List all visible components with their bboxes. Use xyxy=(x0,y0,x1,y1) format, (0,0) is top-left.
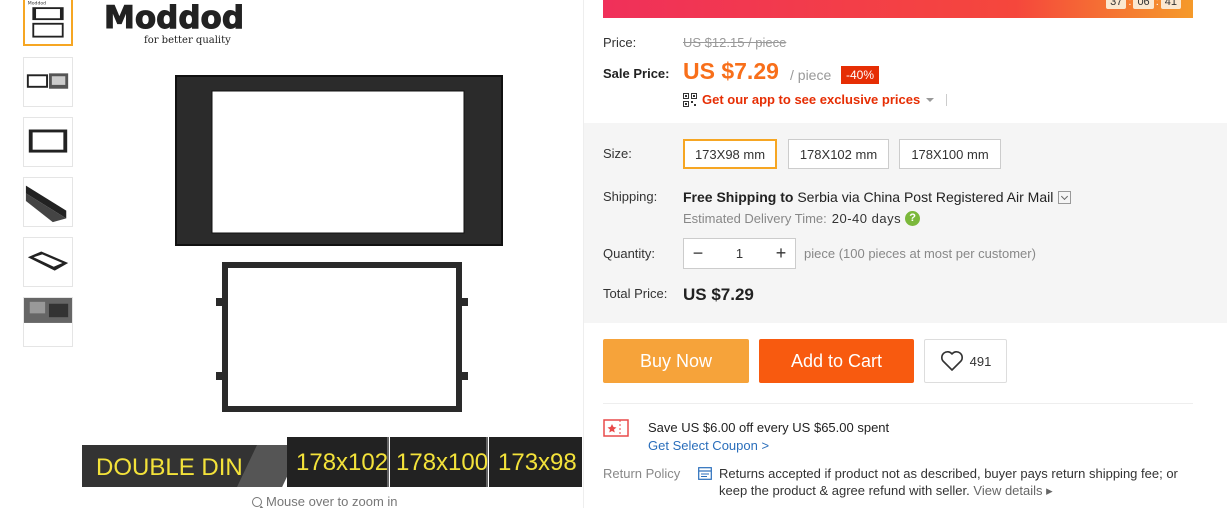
sale-price: US $7.29 xyxy=(683,58,779,84)
shipping-dropdown-icon[interactable] xyxy=(1058,190,1072,204)
plus-icon[interactable]: + xyxy=(767,239,795,268)
price-label: Price: xyxy=(603,35,637,50)
product-size-banner: DOUBLE DIN 178x102 178x100 173x98 xyxy=(82,437,582,487)
countdown-minutes: 06 xyxy=(1133,0,1154,9)
size-option-173x98[interactable]: 173X98 mm xyxy=(683,139,777,169)
product-info-panel: 37 : 06 : 41 Price: US $12.15 / piece Sa… xyxy=(583,0,1227,508)
get-coupon-link[interactable]: Get Select Coupon > xyxy=(648,438,769,453)
total-price-label: Total Price: xyxy=(603,286,668,301)
thumbnail-6[interactable] xyxy=(23,297,73,347)
banner-size-2: 178x100 xyxy=(396,449,489,476)
app-promo-text: Get our app to see exclusive prices xyxy=(702,92,921,107)
return-policy-icon xyxy=(698,467,712,480)
shipping-destination: Serbia via China Post Registered Air Mai… xyxy=(797,189,1054,205)
wishlist-count: 491 xyxy=(969,353,992,369)
delivery-days: 20-40 days xyxy=(831,211,902,226)
total-price: US $7.29 xyxy=(683,285,754,304)
quantity-label: Quantity: xyxy=(603,246,656,261)
flash-deal-bar: 37 : 06 : 41 xyxy=(603,0,1193,18)
heart-icon xyxy=(940,351,963,371)
free-shipping-text: Free Shipping to xyxy=(683,189,794,205)
quantity-note: piece (100 pieces at most per customer) xyxy=(804,246,1036,261)
delivery-label: Estimated Delivery Time: xyxy=(683,211,827,226)
countdown-timer: 37 : 06 : 41 xyxy=(1106,0,1181,9)
size-label: Size: xyxy=(603,146,632,161)
delivery-estimate: Estimated Delivery Time: 20-40 days ? xyxy=(683,211,921,226)
product-page: Moddod Moddod for better quality DOUBLE … xyxy=(0,0,1227,508)
product-frame-image xyxy=(175,75,503,412)
quantity-input[interactable]: 1 xyxy=(712,246,767,261)
quantity-stepper: − 1 + xyxy=(683,238,796,269)
minus-icon[interactable]: − xyxy=(684,239,712,268)
original-price: US $12.15 / piece xyxy=(683,35,787,50)
help-icon[interactable]: ? xyxy=(905,211,921,226)
coupon-text: Save US $6.00 off every US $65.00 spent xyxy=(648,420,890,435)
app-promo-link[interactable]: Get our app to see exclusive prices xyxy=(683,92,948,107)
thumbnail-5[interactable] xyxy=(23,237,73,287)
countdown-seconds: 41 xyxy=(1160,0,1181,9)
return-policy-text: Returns accepted if product not as descr… xyxy=(719,465,1189,499)
banner-size-3: 173x98 xyxy=(498,449,577,476)
zoom-hint-text: Mouse over to zoom in xyxy=(266,494,398,508)
shipping-label: Shipping: xyxy=(603,189,658,204)
banner-label: DOUBLE DIN xyxy=(96,454,243,481)
sale-price-unit: / piece xyxy=(790,67,832,83)
banner-size-1: 178x102 xyxy=(296,449,389,476)
magnifier-icon xyxy=(252,497,262,507)
return-policy-description: Returns accepted if product not as descr… xyxy=(719,466,1178,498)
size-option-178x102[interactable]: 178X102 mm xyxy=(788,139,889,169)
wishlist-button[interactable]: 491 xyxy=(924,339,1007,383)
thumbnail-4[interactable] xyxy=(23,177,73,227)
zoom-hint: Mouse over to zoom in xyxy=(252,494,398,508)
thumbnail-1[interactable]: Moddod xyxy=(23,0,73,46)
thumbnail-2[interactable] xyxy=(23,57,73,107)
qr-code-icon xyxy=(683,92,697,107)
coupon-icon xyxy=(603,419,629,437)
product-main-image[interactable]: Moddod for better quality DOUBLE DIN 178… xyxy=(82,0,582,508)
svg-text:Moddod: Moddod xyxy=(28,0,46,6)
sale-price-label: Sale Price: xyxy=(603,66,670,81)
thumbnail-3[interactable] xyxy=(23,117,73,167)
return-policy-label: Return Policy xyxy=(603,466,681,481)
view-details-link[interactable]: View details ▸ xyxy=(973,483,1052,498)
discount-badge: -40% xyxy=(841,66,880,84)
chevron-down-icon xyxy=(926,97,935,102)
countdown-hours: 37 xyxy=(1106,0,1127,9)
shipping-method[interactable]: Free Shipping to Serbia via China Post R… xyxy=(683,189,1072,205)
buy-now-button[interactable]: Buy Now xyxy=(603,339,749,383)
size-option-178x100[interactable]: 178X100 mm xyxy=(899,139,1001,169)
add-to-cart-button[interactable]: Add to Cart xyxy=(759,339,914,383)
